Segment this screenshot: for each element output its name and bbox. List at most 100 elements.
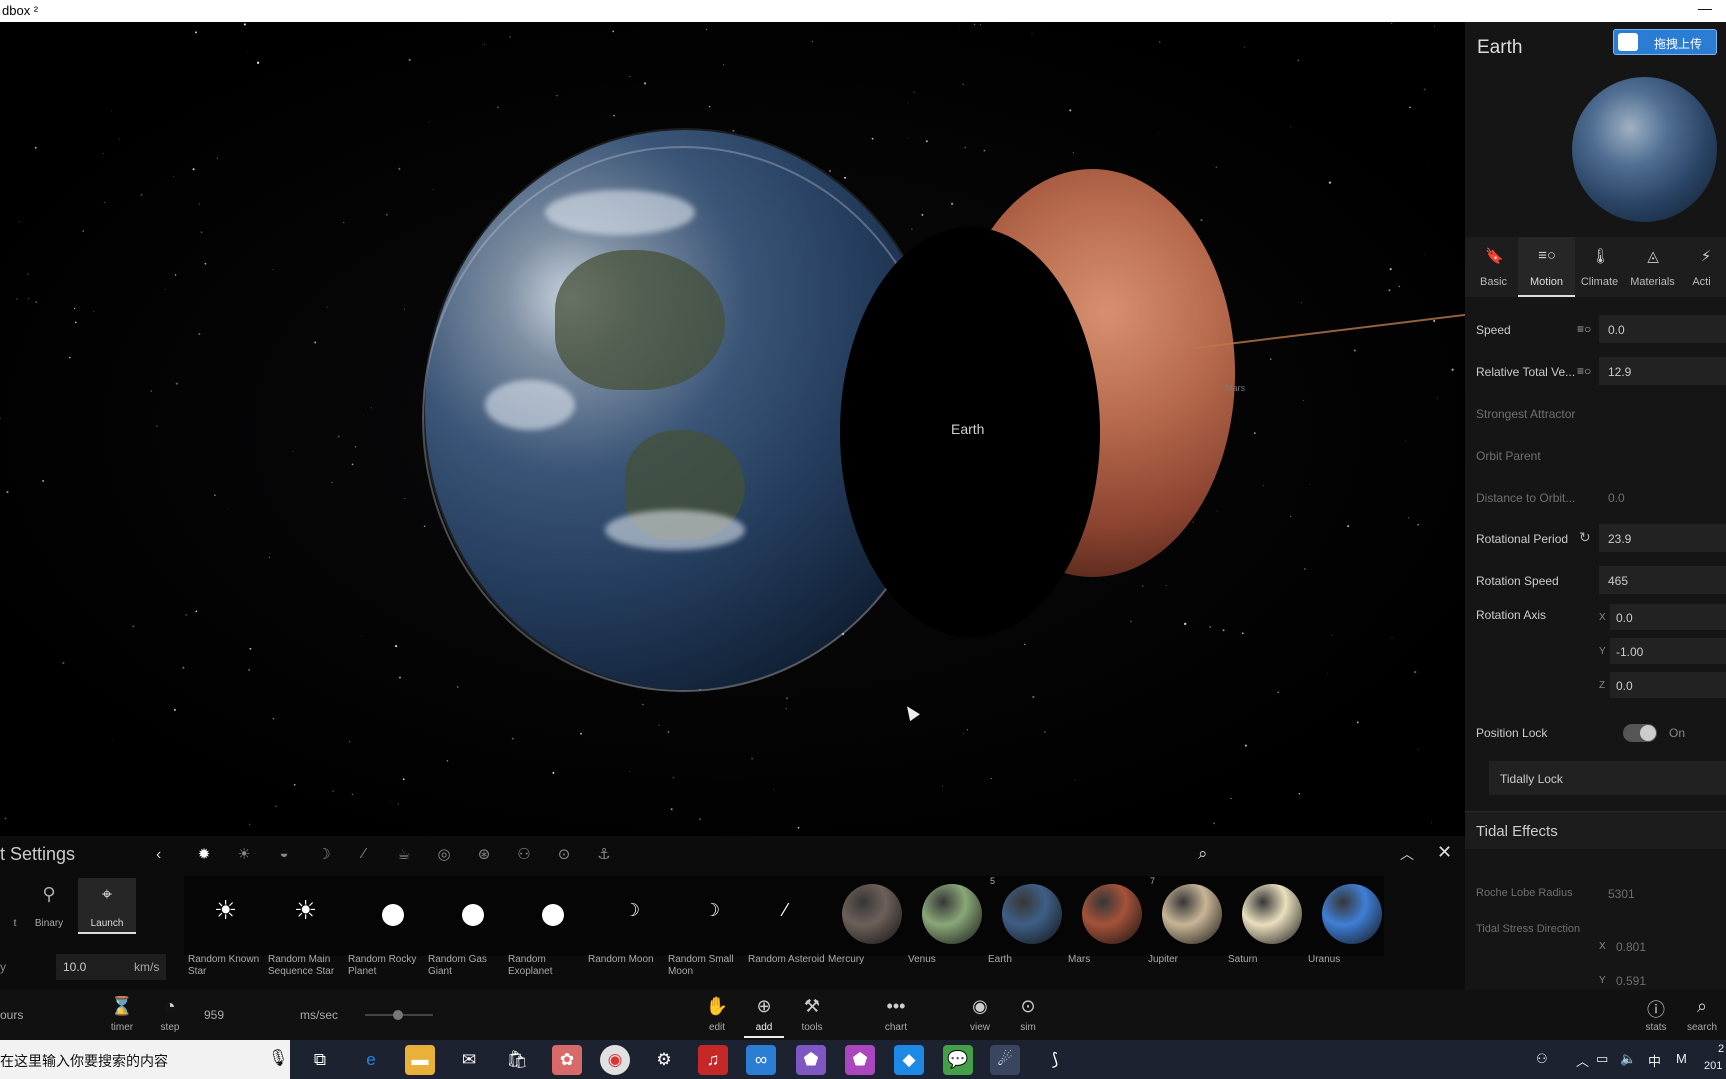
object-item[interactable]: Venus [904, 876, 984, 990]
category-icon[interactable]: ◒ [272, 845, 296, 869]
upload-button[interactable]: 拖拽上传 [1613, 29, 1717, 55]
view-button[interactable]: ◉ view [960, 994, 1000, 1038]
edge-icon[interactable]: e [356, 1045, 386, 1075]
speed-field[interactable]: 0.0 [1599, 315, 1726, 343]
tidally-lock-button[interactable]: Tidally Lock [1489, 761, 1726, 795]
sim-rate-slider[interactable] [365, 1010, 433, 1020]
tab-motion[interactable]: ≡○ Motion [1518, 237, 1575, 297]
rotation-speed-field[interactable]: 465 [1599, 566, 1726, 594]
app-icon[interactable]: ⟆ [1040, 1045, 1070, 1075]
mode-launch[interactable]: ⌖ Launch [78, 878, 136, 934]
category-icon[interactable]: ◎ [432, 845, 456, 869]
mars-label[interactable]: Mars [1225, 383, 1245, 393]
search-icon[interactable]: ⌕ [1198, 844, 1208, 864]
step-button[interactable]: ◔ step [150, 994, 190, 1038]
motion-icon[interactable]: ≡○ [1577, 322, 1591, 336]
back-chevron-icon[interactable]: ‹ [156, 846, 161, 864]
axis-x-field[interactable]: 0.0 [1610, 604, 1726, 630]
motion-icon[interactable]: ≡○ [1577, 364, 1591, 378]
tab-label: Basic [1480, 276, 1507, 288]
edit-button[interactable]: ✋ edit [697, 994, 737, 1038]
object-item[interactable]: Random Rocky Planet [344, 876, 424, 990]
minimize-button[interactable]: — [1698, 0, 1712, 16]
task-view-icon[interactable]: ⧉ [305, 1045, 335, 1075]
app-icon[interactable]: ✿ [552, 1045, 582, 1075]
axis-z-field[interactable]: 0.0 [1610, 672, 1726, 698]
app-icon[interactable]: ⬟ [845, 1045, 875, 1075]
sim-button[interactable]: ⊙ sim [1008, 994, 1048, 1038]
mode-label: Launch [90, 918, 124, 929]
star-point [200, 231, 203, 234]
tidal-effects-header[interactable]: Tidal Effects [1465, 811, 1726, 849]
star-icon: ☀ [294, 895, 318, 925]
tools-button[interactable]: ⚒ tools [792, 994, 832, 1038]
tab-materials[interactable]: ◬ Materials [1624, 237, 1681, 297]
object-item[interactable]: Saturn [1224, 876, 1304, 990]
axis-y-field[interactable]: -1.00 [1610, 638, 1726, 664]
time-unit-label[interactable]: ours [0, 1008, 23, 1022]
category-icon[interactable]: ⚓ [592, 845, 616, 869]
store-icon[interactable]: 🛍 [502, 1045, 532, 1075]
object-item[interactable]: Mercury [824, 876, 904, 990]
object-item[interactable]: Uranus [1304, 876, 1384, 990]
universe-sandbox-icon[interactable]: ☄ [990, 1045, 1020, 1075]
search-button[interactable]: ⌕ search [1682, 994, 1722, 1038]
chart-button[interactable]: ••• chart [876, 994, 916, 1038]
earth-label[interactable]: Earth [951, 421, 984, 437]
volume-icon[interactable]: 🔈 [1620, 1051, 1636, 1067]
tab-basic[interactable]: 🔖 Basic [1465, 237, 1522, 297]
space-viewport[interactable]: Earth Mars [0, 22, 1465, 836]
object-item[interactable]: ☽ Random Small Moon [664, 876, 744, 990]
collapse-icon[interactable]: ︿ [1400, 844, 1414, 864]
object-count: 5 [990, 876, 996, 886]
category-icon[interactable]: ⚇ [512, 845, 536, 869]
category-icon[interactable]: ⊛ [472, 845, 496, 869]
chrome-icon[interactable]: ◉ [600, 1045, 630, 1075]
rotational-period-field[interactable]: 23.9 [1599, 524, 1726, 552]
people-icon[interactable]: ⚇ [1536, 1051, 1548, 1067]
clock-time[interactable]: 2 [1718, 1043, 1724, 1055]
object-item[interactable]: Random Gas Giant [424, 876, 504, 990]
network-icon[interactable]: ▭ [1596, 1051, 1608, 1067]
baidu-netdisk-icon[interactable]: ∞ [746, 1045, 776, 1075]
object-item[interactable]: ☀ Random Known Star [184, 876, 264, 990]
stats-button[interactable]: ⓘ stats [1636, 994, 1676, 1038]
object-item[interactable]: 5 Earth [984, 876, 1064, 990]
tray-up-icon[interactable]: ︿ [1576, 1051, 1589, 1070]
clock-date[interactable]: 201 [1704, 1060, 1722, 1072]
object-item[interactable]: ⁄ Random Asteroid [744, 876, 825, 990]
position-lock-toggle[interactable] [1623, 724, 1657, 742]
mode-binary[interactable]: ⚲ Binary [20, 878, 78, 934]
taskbar-search[interactable]: 在这里输入你要搜索的内容 🎙 [0, 1040, 290, 1079]
tab-actions[interactable]: ⚡ Acti [1677, 237, 1726, 297]
relative-velocity-field[interactable]: 12.9 [1599, 357, 1726, 385]
mail-icon[interactable]: ✉ [454, 1045, 484, 1075]
object-item[interactable]: Random Exoplanet [504, 876, 584, 990]
netease-music-icon[interactable]: ♫ [698, 1045, 728, 1075]
settings-gear-icon[interactable]: ⚙ [649, 1045, 679, 1075]
tab-climate[interactable]: 🌡 Climate [1571, 237, 1628, 297]
wechat-icon[interactable]: 💬 [943, 1045, 973, 1075]
object-item[interactable]: ☀ Random Main Sequence Star [264, 876, 344, 990]
ime-language[interactable]: 中 [1648, 1051, 1661, 1070]
category-icon[interactable]: ☽ [312, 845, 336, 869]
microphone-icon[interactable]: 🎙 [268, 1048, 288, 1068]
slider-thumb[interactable] [393, 1010, 403, 1020]
chart-label: chart [884, 1022, 908, 1033]
object-item[interactable]: 7 Jupiter [1144, 876, 1224, 990]
category-icon[interactable]: ☕ [392, 845, 416, 869]
object-item[interactable]: Mars [1064, 876, 1144, 990]
app-icon[interactable]: ⬟ [796, 1045, 826, 1075]
timer-button[interactable]: ⌛ timer [102, 994, 142, 1038]
category-icon[interactable]: ⊙ [552, 845, 576, 869]
add-button[interactable]: ⊕ add [744, 994, 784, 1038]
category-icon[interactable]: ☀ [232, 845, 256, 869]
close-icon[interactable]: ✕ [1437, 842, 1452, 863]
ime-mode[interactable]: M [1676, 1051, 1687, 1066]
file-explorer-icon[interactable]: ▬ [405, 1045, 435, 1075]
app-icon[interactable]: ◆ [894, 1045, 924, 1075]
category-icon[interactable]: ⁄ [352, 845, 376, 869]
star-point [456, 686, 459, 688]
object-item[interactable]: ☽ Random Moon [584, 876, 664, 990]
refresh-icon[interactable]: ↻ [1579, 529, 1591, 546]
